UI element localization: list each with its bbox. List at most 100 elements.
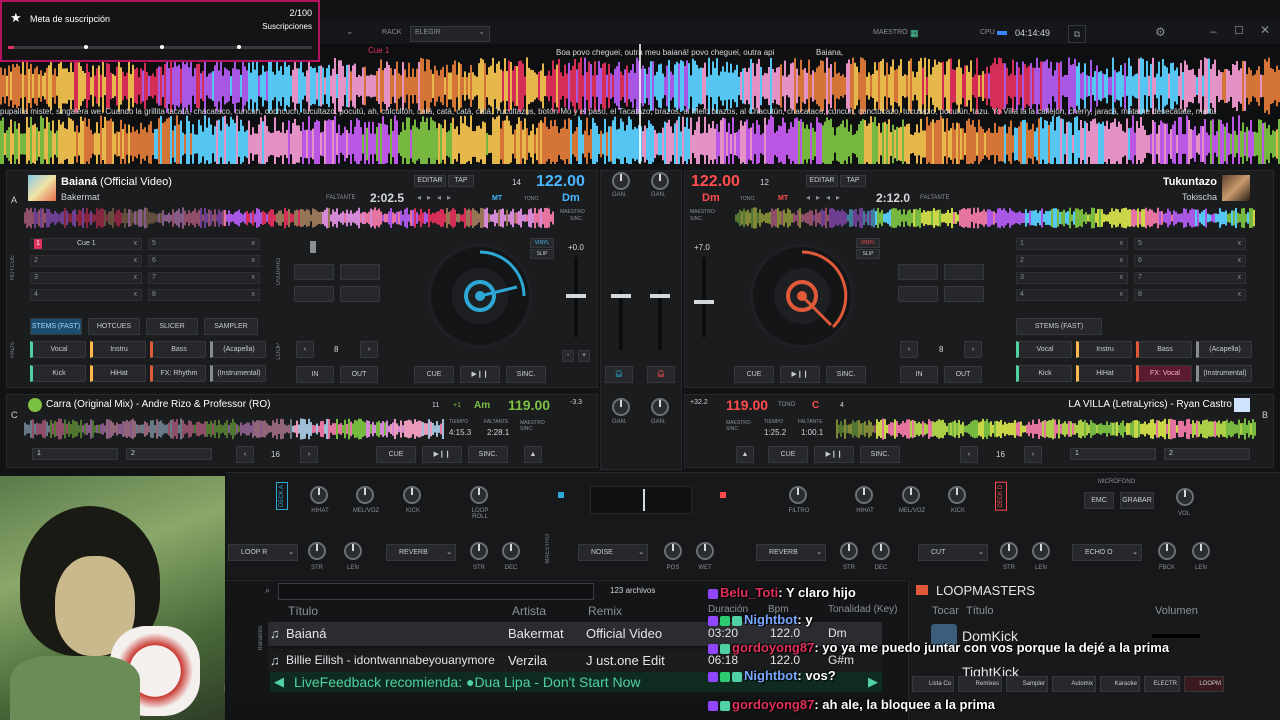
browser-column-header[interactable]: Remix (588, 604, 622, 618)
deck-b-loop-prev[interactable]: ‹ (900, 341, 918, 358)
deck-a-pad-tab[interactable]: SLICER (146, 318, 198, 335)
deck-b-stem-pad[interactable]: Vocal (1016, 341, 1072, 358)
deck-d-slot[interactable]: 2 (1164, 448, 1250, 460)
deck-a-stem-pad[interactable]: HiHat (90, 365, 146, 382)
deck-d-cue-button[interactable]: CUE (768, 446, 808, 463)
deck-a-key[interactable]: Dm (562, 192, 580, 204)
deck-b-loop-out[interactable]: OUT (944, 366, 982, 383)
chat-username[interactable]: Nightbot (744, 612, 797, 627)
close-icon[interactable]: x (252, 256, 256, 266)
deck-a-loop-next[interactable]: › (360, 341, 378, 358)
crossfader[interactable] (590, 486, 692, 514)
fx-knob[interactable] (948, 486, 966, 504)
deck-b-loop-next[interactable]: › (964, 341, 982, 358)
fx-param-knob[interactable] (502, 542, 520, 560)
deck-b-vinyl-button[interactable]: VINYL (856, 238, 880, 248)
fx-param-knob[interactable] (1032, 542, 1050, 560)
bottom-tab[interactable]: ELECTR (1144, 676, 1180, 692)
bottom-tab[interactable]: Karaoke (1100, 676, 1140, 692)
fx-param-knob[interactable] (840, 542, 858, 560)
deck-c-sync-button[interactable]: SINC. (468, 446, 508, 463)
fx-param-knob[interactable] (470, 542, 488, 560)
deck-d-sync-button[interactable]: SINC. (860, 446, 900, 463)
deck-a-user-slot[interactable] (294, 286, 334, 302)
fx-select[interactable]: REVERB ⌄ (386, 544, 456, 561)
deck-a-stem-pad[interactable]: FX: Rhythm (150, 365, 206, 382)
bottom-tab[interactable]: Remixes (958, 676, 1002, 692)
deck-a-hotcue[interactable]: 1 Cue 1x (30, 238, 142, 250)
close-icon[interactable]: x (252, 273, 256, 283)
deck-b-hotcue[interactable]: 1x (1016, 238, 1128, 250)
deck-d-eject-button[interactable]: ▲ (736, 446, 754, 463)
fx-knob[interactable] (356, 486, 374, 504)
deck-d-loop-next[interactable]: › (1024, 446, 1042, 463)
fx-knob[interactable] (403, 486, 421, 504)
deck-a-hotcue[interactable]: 7x (148, 272, 260, 284)
deck-c-eject-button[interactable]: ▲ (524, 446, 542, 463)
fx-param-knob[interactable] (308, 542, 326, 560)
deck-a-pitch-handle[interactable] (566, 294, 586, 298)
deck-c-slot[interactable]: 1 (32, 448, 118, 460)
chat-username[interactable]: Nightbot (744, 668, 797, 683)
bottom-tab[interactable]: LOOPM (1184, 676, 1224, 692)
deck-b-mini-waveform[interactable] (735, 207, 1255, 229)
deck-a-slip-button[interactable]: SLIP (530, 249, 554, 259)
top-waveform-area[interactable]: Cue 1 Boa povo cheguei, outra meu baianá… (0, 44, 1280, 164)
headphone-a-button[interactable]: 🎧︎ (605, 366, 633, 383)
deck-b-sync-button[interactable]: SINC. (826, 366, 866, 383)
deck-a-pad-tab[interactable]: HOTCUES (88, 318, 140, 335)
deck-a-sync-button[interactable]: SINC. (506, 366, 546, 383)
deck-a-user-slot[interactable] (340, 286, 380, 302)
fx-select[interactable]: ECHO O ⌄ (1072, 544, 1142, 561)
close-icon[interactable]: x (1238, 290, 1242, 300)
deck-d-loop-prev[interactable]: ‹ (960, 446, 978, 463)
deck-a-user-slot[interactable] (340, 264, 380, 280)
deck-b-stem-pad[interactable]: Kick (1016, 365, 1072, 382)
fx-select[interactable]: REVERB ⌄ (756, 544, 826, 561)
deck-a-stem-pad[interactable]: Bass (150, 341, 206, 358)
fx-knob[interactable] (902, 486, 920, 504)
chat-username[interactable]: gordoyong87 (732, 640, 814, 655)
volume-bar[interactable] (1152, 634, 1200, 638)
chat-username[interactable]: gordoyong87 (732, 697, 814, 712)
gain-knob-a[interactable] (612, 172, 630, 190)
deck-b-hotcue[interactable]: 7x (1134, 272, 1246, 284)
deck-b-stem-pad[interactable]: FX: Vocal (1136, 365, 1192, 382)
deck-a-hotcue[interactable]: 2x (30, 255, 142, 267)
deck-c-key[interactable]: Am (474, 400, 490, 411)
minimize-icon[interactable]: – (1210, 24, 1217, 38)
deck-a-user-slot[interactable] (294, 264, 334, 280)
fx-select[interactable]: CUT ⌄ (918, 544, 988, 561)
deck-a-mini-waveform[interactable] (24, 207, 554, 229)
deck-d-mini-waveform[interactable] (836, 418, 1256, 440)
deck-b-edit-button[interactable]: EDITAR (806, 175, 838, 187)
volume-fader-b[interactable] (650, 290, 670, 350)
deck-b-mt[interactable]: MT (778, 195, 788, 202)
gear-icon[interactable]: ⚙ (1155, 25, 1166, 39)
deck-d-slot[interactable]: 1 (1070, 448, 1156, 460)
fx-param-knob[interactable] (696, 542, 714, 560)
deck-a-edit-button[interactable]: EDITAR (414, 175, 446, 187)
close-icon[interactable]: x (1120, 273, 1124, 283)
close-icon[interactable]: x (1120, 256, 1124, 266)
deck-b-cue-button[interactable]: CUE (734, 366, 774, 383)
browser-column-header[interactable]: Artista (512, 604, 546, 618)
close-icon[interactable]: x (1238, 239, 1242, 249)
fx-param-knob[interactable] (664, 542, 682, 560)
mic-volume-knob[interactable] (1176, 488, 1194, 506)
deck-b-stem-pad[interactable]: HiHat (1076, 365, 1132, 382)
close-icon[interactable]: x (1120, 239, 1124, 249)
close-icon[interactable]: x (1120, 290, 1124, 300)
deck-b-hotcue[interactable]: 5x (1134, 238, 1246, 250)
deck-a-stem-pad[interactable]: (Instrumental) (210, 365, 266, 382)
fx-param-knob[interactable] (344, 542, 362, 560)
bottom-tab[interactable]: Lista Co (912, 676, 954, 692)
deck-a-hotcue[interactable]: 3x (30, 272, 142, 284)
gain-knob-b[interactable] (651, 172, 669, 190)
deck-b-user-slot[interactable] (944, 286, 984, 302)
gain-knob-d[interactable] (651, 398, 669, 416)
close-icon[interactable]: x (134, 273, 138, 283)
close-icon[interactable]: x (252, 290, 256, 300)
deck-b-hotcue[interactable]: 4x (1016, 289, 1128, 301)
deck-a-hotcue[interactable]: 5x (148, 238, 260, 250)
